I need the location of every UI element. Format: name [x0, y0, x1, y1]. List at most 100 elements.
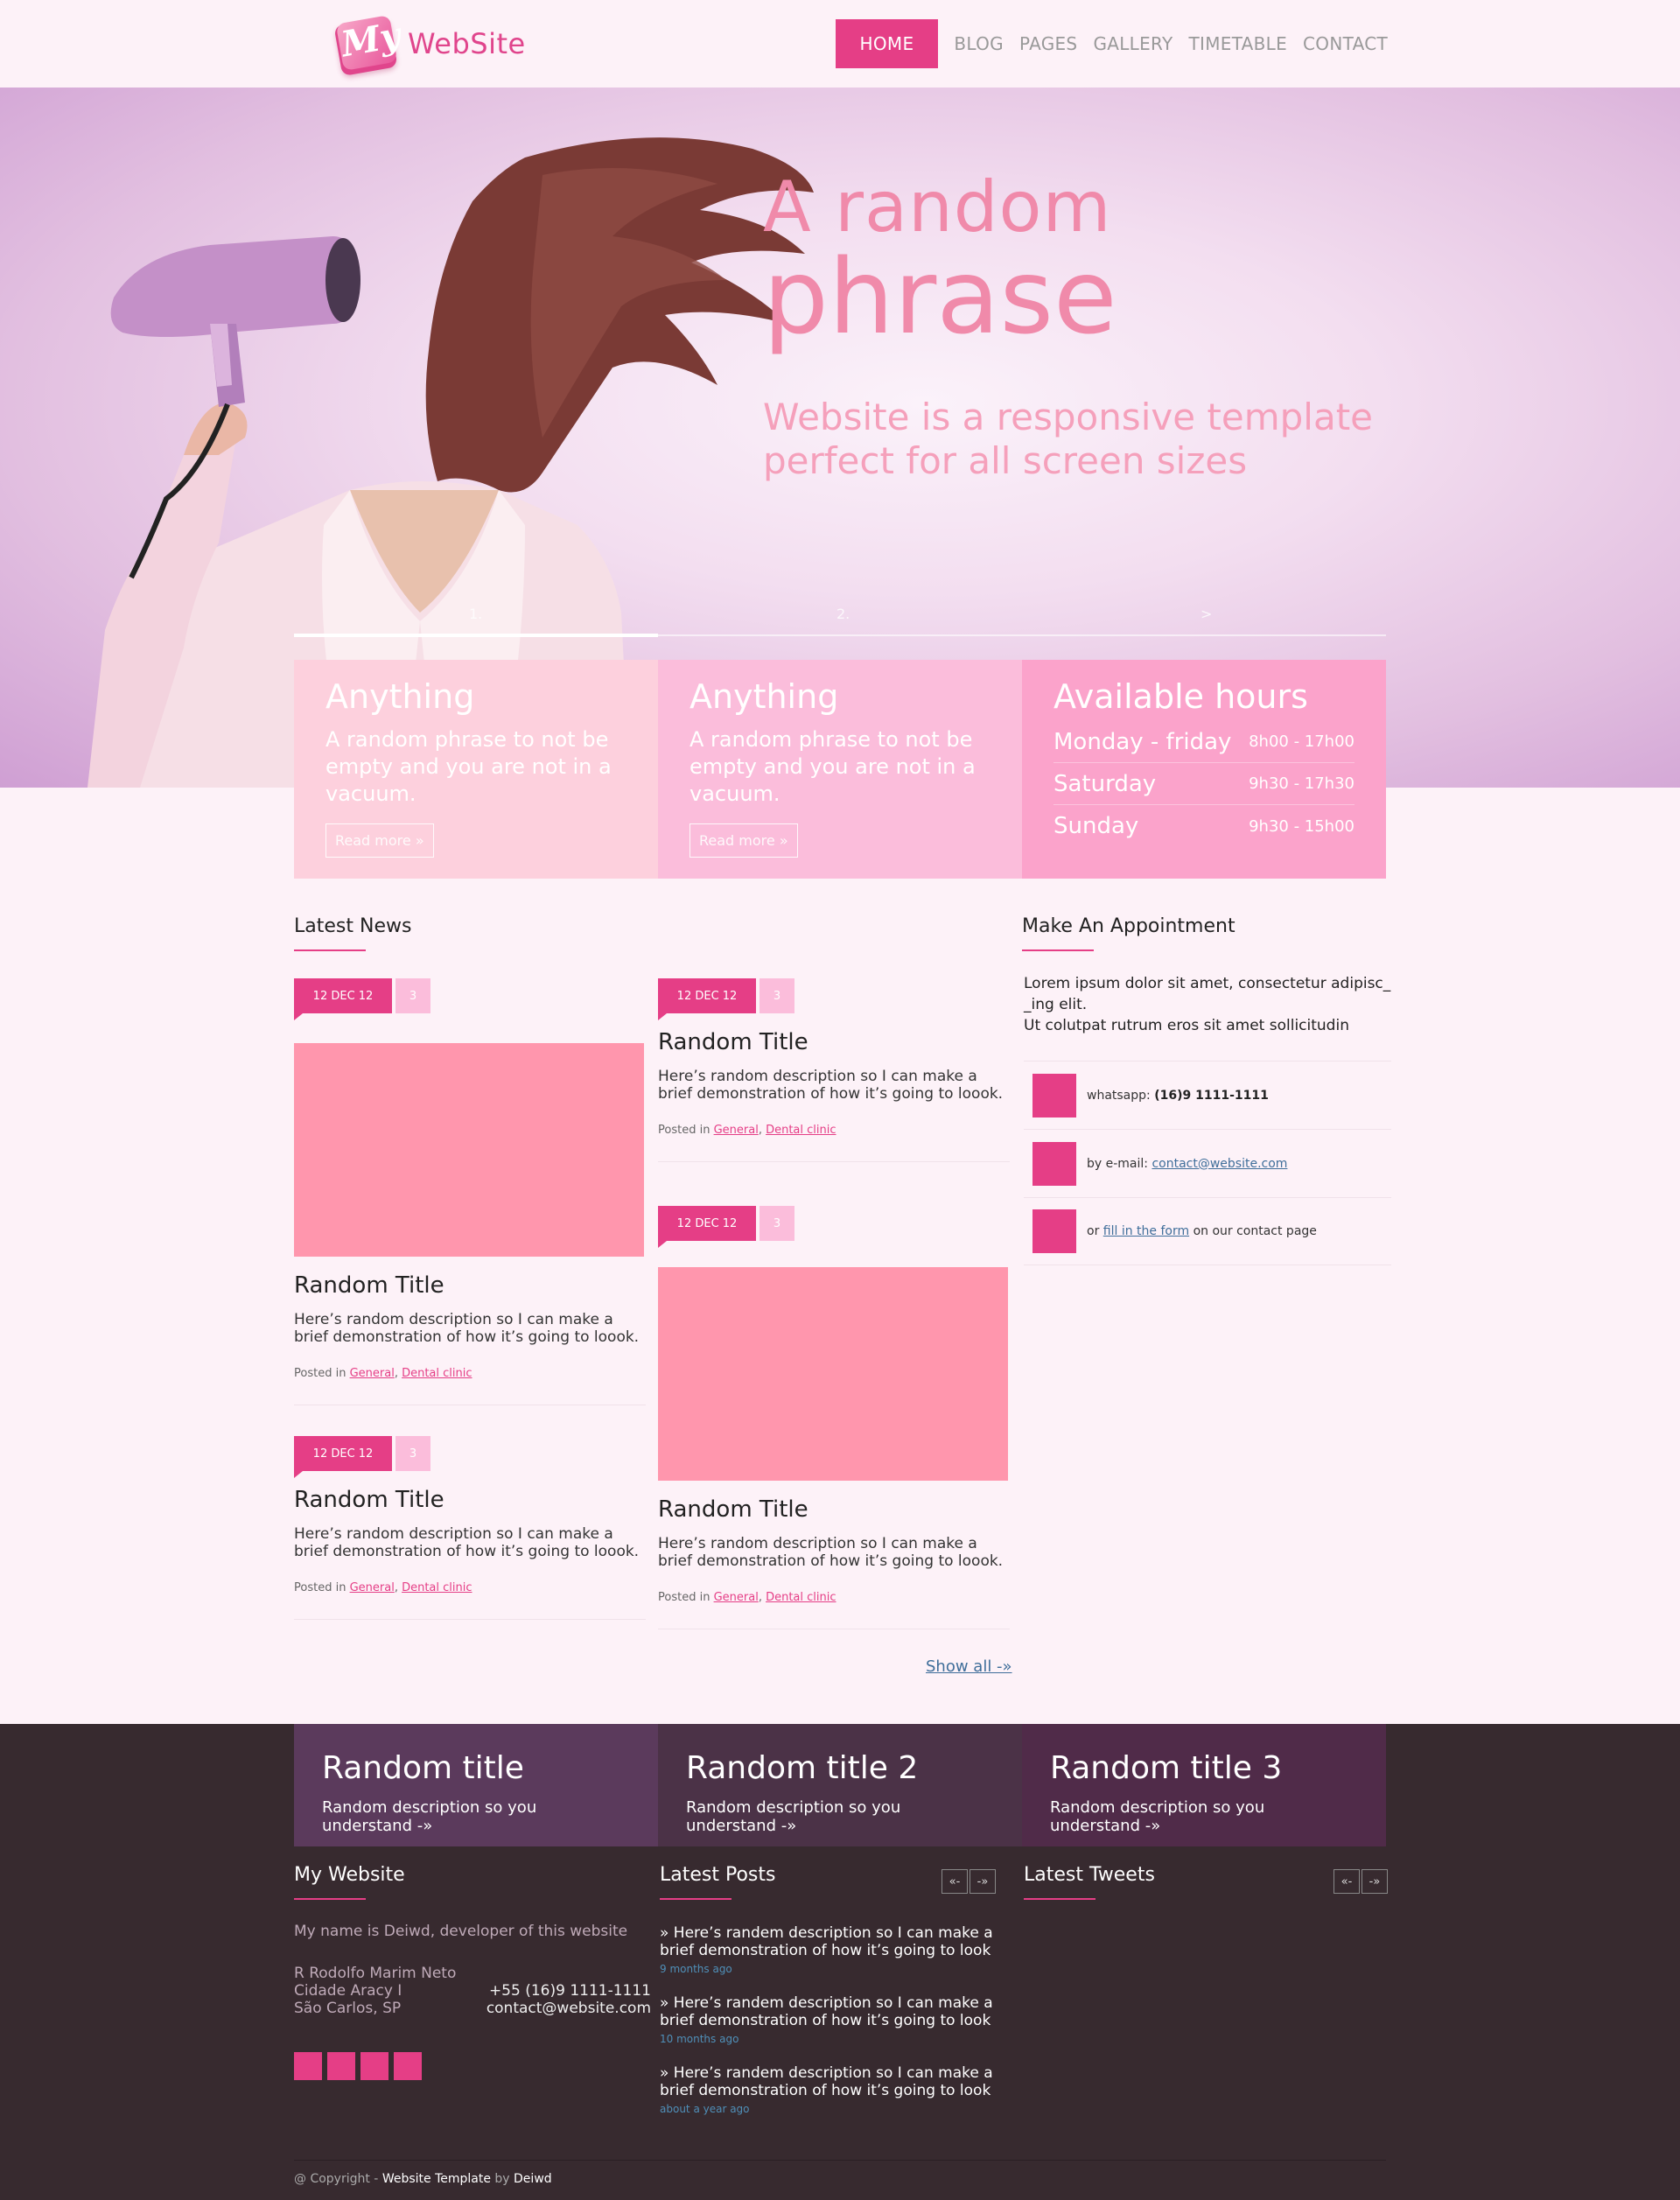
comment-count[interactable]: 3: [760, 1206, 794, 1241]
nav-home[interactable]: HOME: [835, 19, 939, 68]
appointment-options: whatsapp: (16)9 1111-1111 by e-mail: con…: [1024, 1061, 1391, 1265]
hours-box: Available hours Monday - friday 8h00 - 1…: [1022, 660, 1386, 879]
social-icon[interactable]: [327, 2052, 355, 2080]
news-section-title: Latest News: [294, 915, 412, 937]
date-tag: 12 DEC 12 3: [658, 1206, 1010, 1248]
read-more-button[interactable]: Read more »: [326, 823, 434, 858]
post-time: 10 months ago: [660, 2033, 739, 2045]
promo-description: Random description so you understand -»: [686, 1798, 901, 1835]
divider: [658, 1161, 1010, 1162]
footer-about: My Website My name is Deiwd, developer o…: [294, 1864, 658, 2080]
category-link[interactable]: General: [350, 1581, 395, 1594]
nav-gallery[interactable]: GALLERY: [1093, 33, 1172, 54]
promo-box[interactable]: Random title 3 Random description so you…: [1022, 1724, 1386, 1846]
fill-form-link[interactable]: fill in the form: [1103, 1224, 1189, 1238]
footer-latest-tweets: Latest Tweets «- -»: [1024, 1864, 1388, 1900]
form-icon: [1032, 1209, 1076, 1253]
posts-prev-button[interactable]: «-: [942, 1869, 968, 1894]
social-icon[interactable]: [394, 2052, 422, 2080]
feature-boxes: Anything A random phrase to not be empty…: [294, 660, 1386, 879]
posted-in-label: Posted in: [658, 1591, 710, 1604]
slide-1-button[interactable]: 1.: [469, 606, 482, 622]
promo-title: Random title 3: [1050, 1750, 1283, 1786]
email-link[interactable]: contact@website.com: [1152, 1157, 1287, 1171]
footer-contact: +55 (16)9 1111-1111 contact@website.com: [486, 1965, 651, 2017]
form-row: or fill in the form on our contact page: [1024, 1197, 1391, 1265]
copyright-template[interactable]: Website Template: [382, 2172, 491, 2186]
footer-contact-block: R Rodolfo Marim Neto Cidade Aracy I São …: [294, 1965, 651, 2017]
promo-box[interactable]: Random title Random description so you u…: [294, 1724, 658, 1846]
hours-time: 8h00 - 17h00: [1249, 732, 1354, 751]
news-title[interactable]: Random Title: [294, 1487, 646, 1513]
category-link[interactable]: General: [350, 1367, 395, 1380]
form-label: or fill in the form on our contact page: [1087, 1224, 1317, 1238]
nav-pages[interactable]: PAGES: [1019, 33, 1077, 54]
copyright-author[interactable]: Deiwd: [514, 2172, 552, 2186]
whatsapp-label-text: whatsapp:: [1087, 1088, 1151, 1103]
footer-about-title: My Website: [294, 1864, 405, 1886]
feature-title: Anything: [690, 677, 839, 716]
news-title[interactable]: Random Title: [658, 1029, 1010, 1055]
category-link[interactable]: General: [714, 1124, 759, 1137]
category-link[interactable]: Dental clinic: [402, 1581, 472, 1594]
news-image[interactable]: [658, 1267, 1008, 1481]
tweets-prev-button[interactable]: «-: [1334, 1869, 1360, 1894]
post-item[interactable]: » Here’s randem description so I can mak…: [660, 2064, 1024, 2115]
address-line: Cidade Aracy I: [294, 1982, 402, 2000]
comment-count[interactable]: 3: [396, 1436, 430, 1471]
news-date: 12 DEC 12: [294, 1436, 392, 1478]
hours-day: Monday - friday: [1054, 728, 1232, 755]
news-title[interactable]: Random Title: [658, 1496, 1010, 1523]
post-text: » Here’s randem description so I can mak…: [660, 1994, 993, 2029]
posted-in-label: Posted in: [658, 1124, 710, 1137]
tweets-next-button[interactable]: -»: [1362, 1869, 1388, 1894]
post-item[interactable]: » Here’s randem description so I can mak…: [660, 1924, 1024, 1975]
date-tag: 12 DEC 12 3: [294, 978, 646, 1020]
title-underline: [294, 1898, 366, 1900]
feature-title: Anything: [326, 677, 475, 716]
appointment-text-2: Ut colutpat rutrum eros sit amet sollici…: [1024, 1017, 1349, 1034]
social-icon[interactable]: [294, 2052, 322, 2080]
news-title[interactable]: Random Title: [294, 1272, 646, 1299]
posts-next-button[interactable]: -»: [970, 1869, 996, 1894]
date-tag: 12 DEC 12 3: [658, 978, 1010, 1020]
promo-box[interactable]: Random title 2 Random description so you…: [658, 1724, 1022, 1846]
site-logo[interactable]: My WebSite: [332, 12, 526, 77]
email-label-text: by e-mail:: [1087, 1156, 1148, 1171]
nav-blog[interactable]: BLOG: [954, 33, 1004, 54]
news-item: 12 DEC 12 3 Random Title Here’s random d…: [294, 978, 646, 1405]
divider: [294, 1619, 646, 1620]
nav-timetable[interactable]: TIMETABLE: [1188, 33, 1287, 54]
appointment-intro: Lorem ipsum dolor sit amet, consectetur …: [1024, 973, 1391, 1036]
hours-row: Saturday 9h30 - 17h30: [1054, 763, 1354, 805]
whatsapp-row: whatsapp: (16)9 1111-1111: [1024, 1061, 1391, 1129]
category-link[interactable]: Dental clinic: [766, 1591, 836, 1604]
logo-text: WebSite: [408, 27, 526, 60]
footer-divider: [294, 2160, 1386, 2161]
category-link[interactable]: General: [714, 1591, 759, 1604]
email-icon: [1032, 1141, 1076, 1186]
social-icon[interactable]: [360, 2052, 388, 2080]
footer-email[interactable]: contact@website.com: [486, 2000, 651, 2017]
promo-title: Random title 2: [686, 1750, 919, 1786]
site-header: My WebSite HOME BLOG PAGES GALLERY TIMET…: [0, 0, 1680, 88]
nav-contact[interactable]: CONTACT: [1303, 33, 1388, 54]
slider-pager: 1. 2. >: [294, 606, 1386, 635]
news-date: 12 DEC 12: [294, 978, 392, 1020]
category-link[interactable]: Dental clinic: [766, 1124, 836, 1137]
comment-count[interactable]: 3: [396, 978, 430, 1013]
slider-progress: [294, 634, 1386, 637]
slide-next-button[interactable]: >: [1200, 606, 1212, 622]
post-item[interactable]: » Here’s randem description so I can mak…: [660, 1994, 1024, 2045]
tweets-pager: «- -»: [1332, 1869, 1388, 1894]
hero-heading-line2: phrase: [763, 236, 1117, 357]
comment-count[interactable]: 3: [760, 978, 794, 1013]
show-all-link[interactable]: Show all -»: [926, 1657, 1012, 1676]
news-image[interactable]: [294, 1043, 644, 1257]
posted-in-label: Posted in: [294, 1581, 346, 1594]
category-link[interactable]: Dental clinic: [402, 1367, 472, 1380]
news-item: 12 DEC 12 3 Random Title Here’s random d…: [658, 978, 1010, 1162]
slide-2-button[interactable]: 2.: [836, 606, 850, 622]
read-more-button[interactable]: Read more »: [690, 823, 798, 858]
promo-description: Random description so you understand -»: [1050, 1798, 1265, 1835]
